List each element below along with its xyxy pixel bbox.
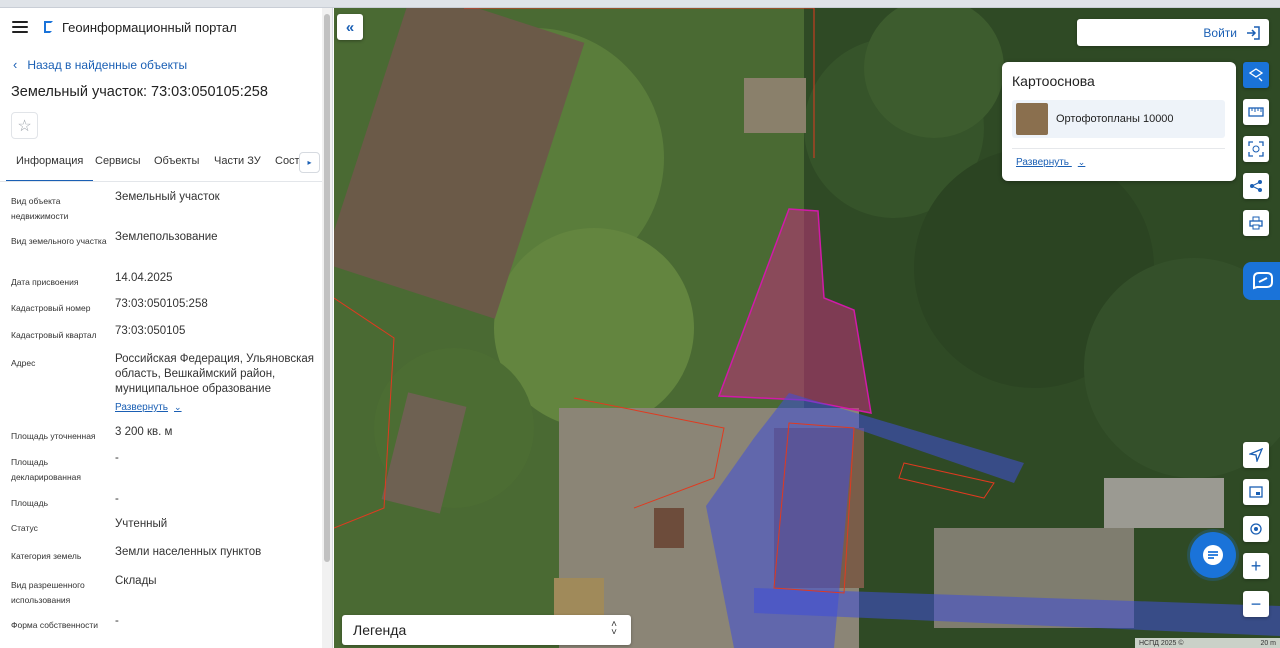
target-icon (1250, 523, 1262, 535)
property-value: - (115, 615, 119, 627)
tab-objects[interactable]: Объекты (154, 149, 199, 181)
tab-info[interactable]: Информация (6, 149, 94, 181)
property-value: 3 200 кв. м (115, 426, 173, 438)
address-text: Российская Федерация, Ульяновская област… (115, 353, 315, 395)
legend-label: Легенда (353, 622, 407, 638)
property-value: Склады (115, 575, 157, 587)
chat-button[interactable] (1190, 532, 1236, 578)
property-value: Землепользование (115, 231, 218, 243)
area-select-icon (1248, 141, 1264, 157)
page: Геоинформационный портал ‹ Назад в найде… (0, 0, 1280, 648)
navigation-arrow-icon (1249, 448, 1263, 462)
property-value: - (115, 452, 119, 464)
browser-strip (0, 0, 1280, 8)
star-icon: ☆ (17, 117, 32, 135)
panel-header: Геоинформационный портал (0, 8, 323, 46)
login-label: Войти (1203, 25, 1237, 40)
layers-button[interactable] (1243, 62, 1269, 88)
printer-icon (1249, 216, 1263, 230)
property-value: 14.04.2025 (115, 272, 173, 284)
property-label: Категория земель (11, 551, 82, 561)
basemap-panel: Картооснова Ортофотопланы 10000 Разверну… (1002, 62, 1236, 181)
panel-scrollbar[interactable] (322, 8, 332, 648)
ruler-icon (1248, 107, 1264, 117)
basemap-layer-item[interactable]: Ортофотопланы 10000 (1012, 100, 1225, 138)
property-label: Вид объекта недвижимости (11, 196, 69, 221)
basemap-expand-link[interactable]: Развернуть ⌄ (1016, 157, 1085, 168)
property-label: Кадастровый номер (11, 303, 91, 313)
minimap-icon (1249, 486, 1263, 498)
geolocation-button[interactable] (1243, 516, 1269, 542)
property-value-address: Российская Федерация, Ульяновская област… (115, 352, 315, 415)
property-label: Вид разрешенного использования (11, 580, 85, 605)
info-panel: Геоинформационный портал ‹ Назад в найде… (0, 8, 333, 648)
double-chevron-left-icon: « (345, 18, 355, 36)
layers-icon (1249, 68, 1263, 82)
login-button[interactable]: Войти (1077, 19, 1269, 46)
property-label: Статус (11, 523, 38, 533)
login-icon (1247, 25, 1260, 40)
share-button[interactable] (1243, 173, 1269, 199)
portal-logo-icon (44, 21, 53, 33)
chevron-down-icon: ⌄ (174, 402, 182, 412)
property-value: 73:03:050105 (115, 325, 186, 337)
map-attribution: НСПД 2025 © 20 m (1135, 638, 1280, 648)
select-arrows-icon: ˄ ˅ (611, 619, 617, 638)
locate-button[interactable] (1243, 442, 1269, 468)
address-expand-link[interactable]: Развернуть ⌄ (115, 400, 182, 415)
back-link-label: Назад в найденные объекты (27, 57, 188, 72)
property-label: Площадь (11, 498, 49, 508)
area-select-button[interactable] (1243, 136, 1269, 162)
chat-icon (1203, 545, 1223, 565)
minus-icon: − (1250, 593, 1262, 614)
property-label: Вид земельного участка (11, 236, 107, 246)
share-icon (1250, 180, 1262, 192)
property-value: Земли населенных пунктов (115, 546, 262, 558)
property-label: Форма собственности (11, 620, 98, 630)
scrollbar-thumb[interactable] (324, 14, 330, 562)
zoom-in-button[interactable]: + (1243, 553, 1269, 579)
legend-select[interactable]: Легенда ˄ ˅ (342, 615, 631, 645)
expand-label: Развернуть (115, 402, 169, 413)
back-link[interactable]: ‹ Назад в найденные объекты (13, 57, 187, 72)
assistant-icon (1253, 272, 1273, 290)
tabs-scroll-right-button[interactable]: ▸ (299, 152, 320, 173)
object-title: Земельный участок: 73:03:050105:258 (11, 84, 268, 100)
collapse-panel-button[interactable]: « (337, 14, 363, 40)
divider (1012, 148, 1225, 149)
property-label: Адрес (11, 358, 36, 368)
basemap-title: Картооснова (1012, 73, 1095, 89)
expand-label: Развернуть (1016, 157, 1070, 168)
plus-icon: + (1250, 555, 1262, 576)
chevron-down-icon: ⌄ (1077, 157, 1086, 167)
attribution-text: НСПД 2025 © (1139, 639, 1184, 647)
property-label: Площадь декларированная (11, 457, 81, 482)
measure-button[interactable] (1243, 99, 1269, 125)
portal-title: Геоинформационный портал (62, 19, 237, 35)
scale-label: 20 m (1260, 639, 1276, 647)
property-label: Площадь уточненная (11, 431, 96, 441)
print-button[interactable] (1243, 210, 1269, 236)
property-value: Земельный участок (115, 191, 220, 203)
chevron-right-icon: ▸ (307, 158, 312, 167)
property-value: - (115, 493, 119, 505)
assistant-button[interactable] (1243, 262, 1280, 300)
property-label: Кадастровый квартал (11, 330, 97, 340)
property-label: Дата присвоения (11, 277, 79, 287)
basemap-layer-label: Ортофотопланы 10000 (1056, 113, 1174, 125)
tab-parts[interactable]: Части ЗУ (214, 149, 261, 181)
chevron-left-icon: ‹ (13, 57, 18, 72)
tab-bar: Информация Сервисы Объекты Части ЗУ Сост… (0, 149, 322, 182)
minimap-button[interactable] (1243, 479, 1269, 505)
property-value: 73:03:050105:258 (115, 298, 208, 310)
menu-icon[interactable] (12, 21, 28, 33)
basemap-thumbnail (1016, 103, 1048, 135)
property-value: Учтенный (115, 518, 168, 530)
zoom-out-button[interactable]: − (1243, 591, 1269, 617)
favorite-button[interactable]: ☆ (11, 112, 38, 139)
tab-services[interactable]: Сервисы (95, 149, 141, 181)
